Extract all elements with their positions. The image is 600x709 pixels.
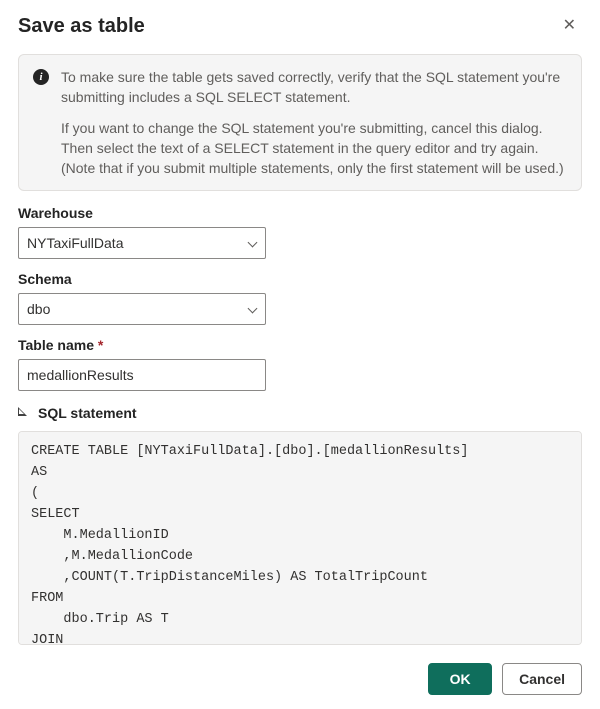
- chevron-down-icon: [247, 304, 257, 314]
- expand-icon: [18, 407, 30, 419]
- field-table-name: Table name * medallionResults: [18, 337, 582, 391]
- required-mark: *: [98, 337, 103, 353]
- table-name-label: Table name *: [18, 337, 582, 353]
- field-warehouse: Warehouse NYTaxiFullData: [18, 205, 582, 259]
- schema-select[interactable]: dbo: [18, 293, 266, 325]
- table-name-label-text: Table name: [18, 337, 94, 353]
- dialog-footer: OK Cancel: [18, 663, 582, 695]
- info-text: To make sure the table gets saved correc…: [61, 67, 567, 178]
- sql-statement-box[interactable]: CREATE TABLE [NYTaxiFullData].[dbo].[med…: [18, 431, 582, 645]
- info-paragraph-1: To make sure the table gets saved correc…: [61, 67, 567, 108]
- cancel-button[interactable]: Cancel: [502, 663, 582, 695]
- info-box: i To make sure the table gets saved corr…: [18, 54, 582, 191]
- sql-section-label: SQL statement: [38, 405, 137, 421]
- chevron-down-icon: [247, 238, 257, 248]
- info-paragraph-2: If you want to change the SQL statement …: [61, 118, 567, 179]
- ok-button[interactable]: OK: [428, 663, 492, 695]
- warehouse-value: NYTaxiFullData: [27, 235, 123, 251]
- table-name-input[interactable]: medallionResults: [18, 359, 266, 391]
- close-button[interactable]: ✕: [557, 14, 582, 38]
- schema-label: Schema: [18, 271, 582, 287]
- warehouse-select[interactable]: NYTaxiFullData: [18, 227, 266, 259]
- dialog-title: Save as table: [18, 15, 145, 38]
- close-icon: ✕: [563, 17, 576, 34]
- warehouse-label: Warehouse: [18, 205, 582, 221]
- schema-value: dbo: [27, 301, 50, 317]
- info-icon: i: [33, 69, 49, 85]
- table-name-value: medallionResults: [27, 367, 134, 383]
- dialog-header: Save as table ✕: [18, 14, 582, 38]
- sql-section-header[interactable]: SQL statement: [18, 405, 582, 421]
- field-schema: Schema dbo: [18, 271, 582, 325]
